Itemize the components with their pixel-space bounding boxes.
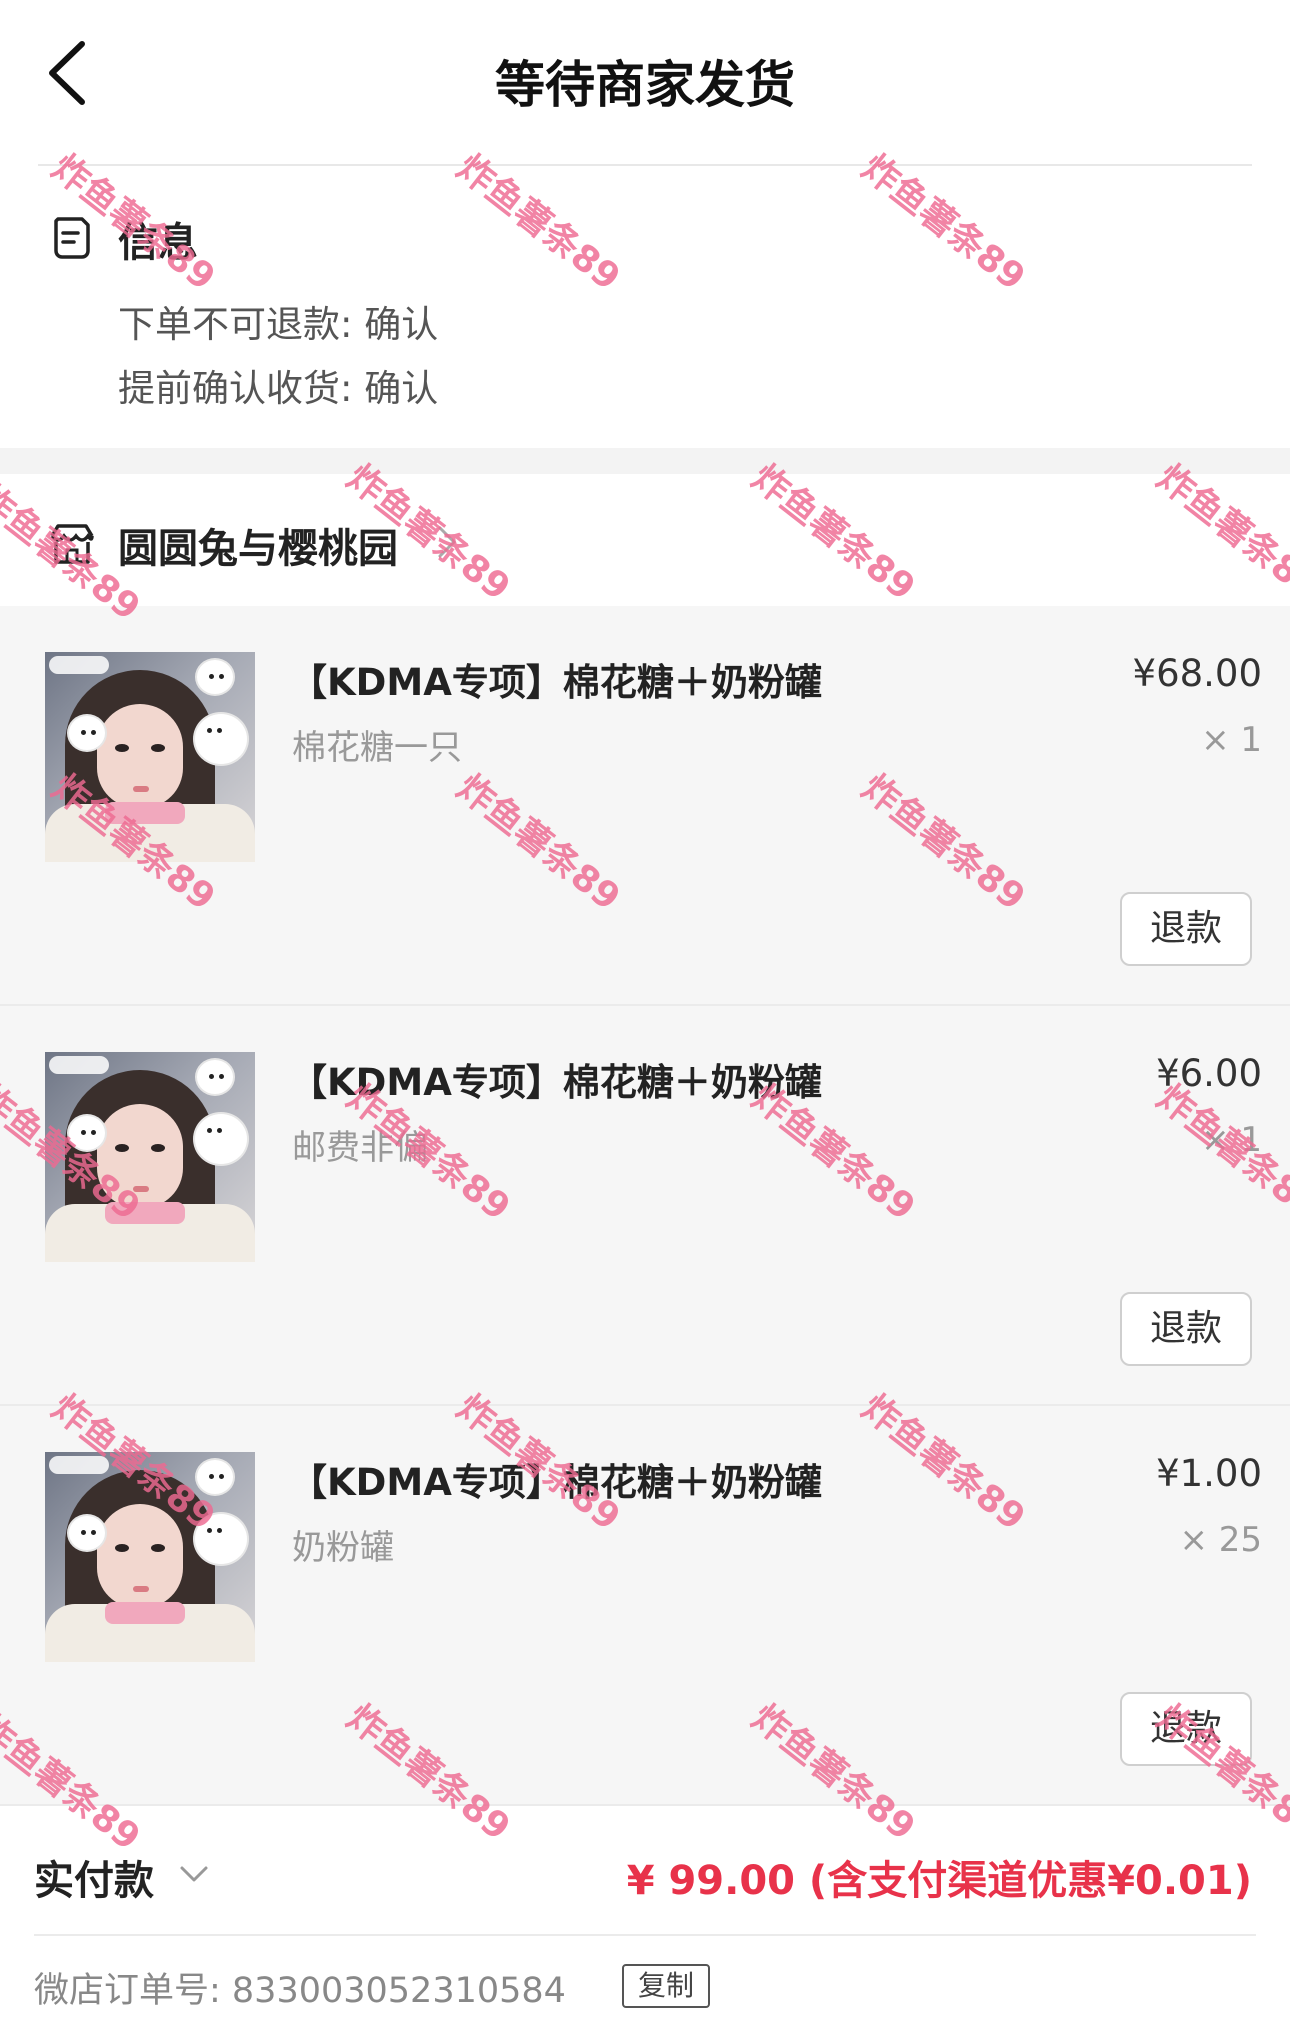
item-price: ¥1.00 (1156, 1452, 1262, 1495)
copy-button[interactable]: 复制 (622, 1964, 710, 2008)
nav-bar: 等待商家发货 (0, 0, 1290, 160)
item-price: ¥68.00 (1132, 652, 1262, 695)
item-name[interactable]: 【KDMA专项】棉花糖＋奶粉罐 (290, 652, 822, 706)
chevron-down-icon[interactable] (178, 1864, 210, 1884)
item-quantity: × 1 (1201, 720, 1262, 760)
info-early-confirm-line: 提前确认收货: 确认 (118, 367, 439, 410)
payment-amount: ¥ 99.00 (含支付渠道优惠¥0.01) (626, 1858, 1252, 1904)
order-number-row: 微店订单号: 833003052310584 复制 (0, 1936, 1290, 2025)
item-sku: 邮费非偏 (292, 1128, 428, 1168)
refund-button[interactable]: 退款 (1120, 1692, 1252, 1766)
item-quantity: × 25 (1179, 1520, 1262, 1560)
payment-label: 实付款 (34, 1858, 154, 1904)
info-doc-icon (48, 213, 96, 261)
order-item: 【KDMA专项】棉花糖＋奶粉罐 奶粉罐 ¥1.00 × 25 退款 (0, 1406, 1290, 1806)
section-gap (0, 448, 1290, 474)
shop-row[interactable]: 圆圆兔与樱桃园 (0, 474, 1290, 606)
order-item: 【KDMA专项】棉花糖＋奶粉罐 邮费非偏 ¥6.00 × 1 退款 (0, 1006, 1290, 1406)
info-section: 信息 下单不可退款: 确认 提前确认收货: 确认 (0, 166, 1290, 446)
product-thumbnail[interactable] (45, 652, 255, 862)
refund-button[interactable]: 退款 (1120, 892, 1252, 966)
item-sku: 棉花糖一只 (292, 728, 462, 768)
shop-icon (48, 522, 96, 566)
refund-button[interactable]: 退款 (1120, 1292, 1252, 1366)
info-no-refund-line: 下单不可退款: 确认 (118, 303, 439, 346)
info-title: 信息 (118, 220, 198, 266)
order-number: 微店订单号: 833003052310584 (34, 1971, 566, 2011)
item-price: ¥6.00 (1156, 1052, 1262, 1095)
shop-name[interactable]: 圆圆兔与樱桃园 (118, 516, 398, 574)
chevron-right-icon (436, 524, 458, 560)
product-thumbnail[interactable] (45, 1452, 255, 1662)
item-sku: 奶粉罐 (292, 1528, 394, 1568)
order-item: 【KDMA专项】棉花糖＋奶粉罐 棉花糖一只 ¥68.00 × 1 退款 (0, 606, 1290, 1006)
payment-row[interactable]: 实付款 ¥ 99.00 (含支付渠道优惠¥0.01) (0, 1806, 1290, 1936)
item-name[interactable]: 【KDMA专项】棉花糖＋奶粉罐 (290, 1052, 822, 1106)
page-title: 等待商家发货 (495, 56, 795, 114)
product-thumbnail[interactable] (45, 1052, 255, 1262)
item-quantity: × 1 (1201, 1120, 1262, 1160)
order-items: 【KDMA专项】棉花糖＋奶粉罐 棉花糖一只 ¥68.00 × 1 退款 【KDM… (0, 606, 1290, 1806)
item-name[interactable]: 【KDMA专项】棉花糖＋奶粉罐 (290, 1452, 822, 1506)
